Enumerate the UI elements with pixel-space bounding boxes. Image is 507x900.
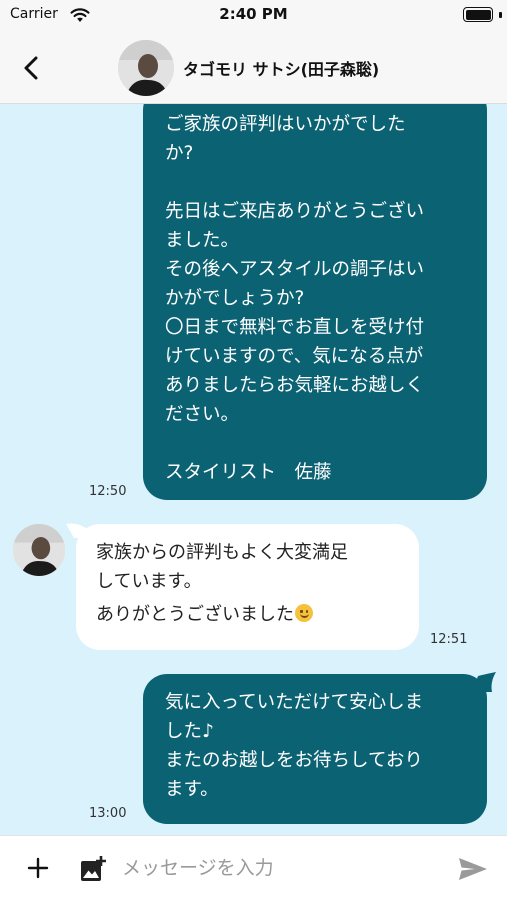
avatar-photo [118,40,174,96]
message-line: ました。 [165,230,240,251]
message-line: 先日はご来店ありがとうござい [165,201,425,222]
message-line-with-emoji: ありがとうございました [96,596,405,634]
message-line: しています。 [96,571,202,592]
message-time: 13:00 [89,806,127,821]
outgoing-message[interactable]: ご家族の評判はいかがでした か? ​ 先日はご来店ありがとうござい ました。 そ… [143,104,487,500]
message-line: スタイリスト 佐藤 [165,462,332,483]
contact-avatar[interactable] [118,40,174,96]
smiling-face-icon [295,604,313,622]
battery-level [465,9,491,20]
message-line: かがでしょうか? [165,288,305,309]
back-button[interactable] [14,50,50,86]
avatar-photo [13,524,65,576]
message-line: ます。 [165,779,219,800]
message-line: ださい。 [165,404,240,425]
message-line: か? [165,143,194,164]
battery-icon [463,7,493,22]
message-list[interactable]: ご家族の評判はいかがでした か? ​ 先日はご来店ありがとうござい ました。 そ… [0,104,507,835]
battery-tip [499,12,502,18]
chat-header: タゴモリ サトシ(田子森聡) [0,32,507,104]
add-image-icon[interactable] [79,855,107,883]
outgoing-message[interactable]: 気に入っていただけて安心しま した♪ またのお越しをお待ちしており ます。 [143,674,487,824]
message-line: 家族からの評判もよく大変満足 [96,542,348,563]
message-input[interactable] [122,850,442,886]
message-line: 〇日まで無料でお直しを受け付 [165,317,425,338]
message-time: 12:50 [89,484,127,499]
message-time: 12:51 [430,632,468,647]
message-line: その後ヘアスタイルの調子はい [165,259,425,280]
message-line: ありましたらお気軽にお越しく [165,375,425,396]
message-line: ありがとうございました [96,604,294,625]
send-icon[interactable] [457,856,489,882]
message-line: ​ [165,168,475,197]
message-line: ​ [165,429,475,458]
plus-icon[interactable] [26,856,50,880]
message-line: した♪ [165,721,214,742]
incoming-message[interactable]: 家族からの評判もよく大変満足 しています。 ありがとうございました [76,524,419,650]
message-input-bar [0,835,507,900]
message-line: 気に入っていただけて安心しま [165,692,424,713]
message-line: ご家族の評判はいかがでした [165,114,406,135]
status-bar: Carrier 2:40 PM [0,0,507,32]
contact-name: タゴモリ サトシ(田子森聡) [183,60,380,79]
message-line: またのお越しをお待ちしており [165,750,423,771]
sender-avatar[interactable] [13,524,65,576]
message-line: けていますので、気になる点が [165,346,424,367]
status-time: 2:40 PM [219,5,288,23]
